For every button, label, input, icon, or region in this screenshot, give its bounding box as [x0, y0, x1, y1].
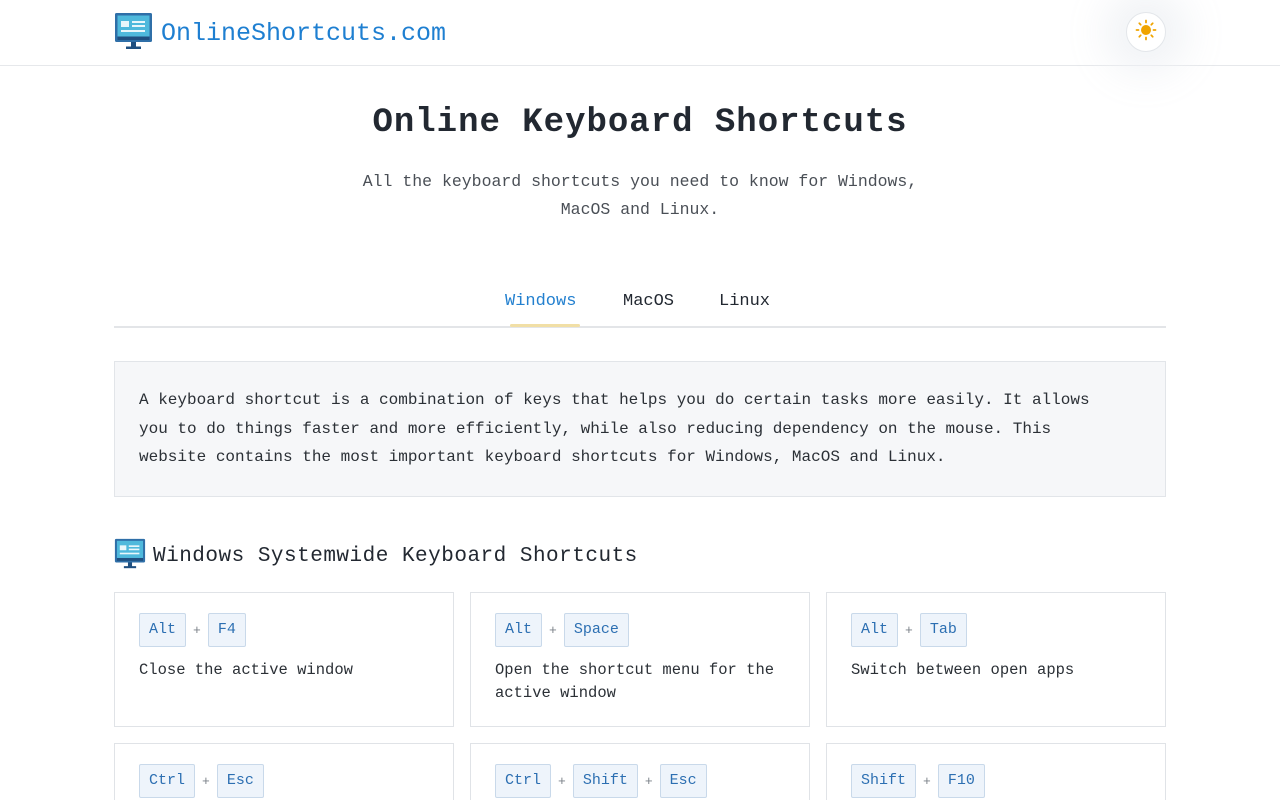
section-title: Windows Systemwide Keyboard Shortcuts — [153, 544, 638, 568]
shortcut-card: Alt + Space Open the shortcut menu for t… — [470, 592, 810, 727]
shortcut-card: Ctrl + Esc — [114, 743, 454, 800]
intro-line: website contains the most important keyb… — [139, 448, 946, 466]
shortcut-description: Open the shortcut menu for the active wi… — [495, 661, 775, 702]
key-cap: F10 — [937, 764, 985, 798]
plus-sign: + — [558, 773, 566, 789]
key-combo: Ctrl + Esc — [139, 764, 264, 798]
key-cap: Esc — [216, 764, 264, 798]
subtitle-line: MacOS and Linux. — [560, 200, 720, 219]
page-subtitle: All the keyboard shortcuts you need to k… — [330, 168, 950, 224]
key-cap: Alt — [851, 613, 899, 647]
key-cap: Esc — [659, 764, 707, 798]
key-cap: Tab — [919, 613, 967, 647]
theme-toggle-button[interactable] — [1126, 12, 1166, 52]
section-heading: Windows Systemwide Keyboard Shortcuts — [114, 538, 638, 574]
subtitle-line: All the keyboard shortcuts you need to k… — [362, 172, 918, 191]
page-title: Online Keyboard Shortcuts — [372, 104, 908, 142]
shortcut-description: Switch between open apps — [851, 661, 1075, 679]
key-cap: Ctrl — [495, 764, 552, 798]
key-cap: F4 — [207, 613, 246, 647]
key-combo: Alt + Space — [495, 613, 629, 647]
shortcut-description: Close the active window — [139, 661, 353, 679]
key-cap: Alt — [495, 613, 543, 647]
plus-sign: + — [202, 773, 210, 789]
site-logo[interactable]: OnlineShortcuts.com — [114, 12, 446, 55]
key-combo: Ctrl + Shift + Esc — [495, 764, 707, 798]
plus-sign: + — [644, 773, 653, 789]
key-cap: Shift — [851, 764, 917, 798]
os-tabs: Windows MacOS Linux — [114, 280, 1166, 328]
shortcut-card: Shift + F10 — [826, 743, 1166, 800]
intro-line: you to do things faster and more efficie… — [139, 419, 1052, 438]
key-cap: Alt — [139, 613, 187, 647]
key-combo: Shift + F10 — [851, 764, 985, 798]
plus-sign: + — [923, 773, 931, 789]
intro-line: A keyboard shortcut is a combination of … — [139, 391, 1090, 409]
key-cap: Ctrl — [139, 764, 196, 798]
plus-sign: + — [193, 622, 201, 638]
key-cap: Space — [563, 613, 629, 647]
monitor-icon — [114, 538, 146, 574]
top-bar: OnlineShortcuts.com — [0, 0, 1280, 66]
shortcut-card: Alt + Tab Switch between open apps — [826, 592, 1166, 727]
tab-windows[interactable]: Windows — [505, 292, 576, 311]
key-combo: Alt + F4 — [139, 613, 246, 647]
tab-linux[interactable]: Linux — [719, 292, 770, 311]
tab-macos[interactable]: MacOS — [623, 292, 674, 311]
key-combo: Alt + Tab — [851, 613, 967, 647]
active-tab-indicator — [510, 324, 580, 327]
plus-sign: + — [549, 622, 557, 638]
monitor-icon — [114, 12, 153, 55]
site-name: OnlineShortcuts.com — [161, 19, 447, 48]
intro-box: A keyboard shortcut is a combination of … — [114, 361, 1166, 497]
plus-sign: + — [905, 622, 913, 638]
sun-icon — [1135, 19, 1157, 46]
shortcut-card: Alt + F4 Close the active window — [114, 592, 454, 727]
shortcut-card: Ctrl + Shift + Esc — [470, 743, 810, 800]
key-cap: Shift — [572, 764, 638, 798]
